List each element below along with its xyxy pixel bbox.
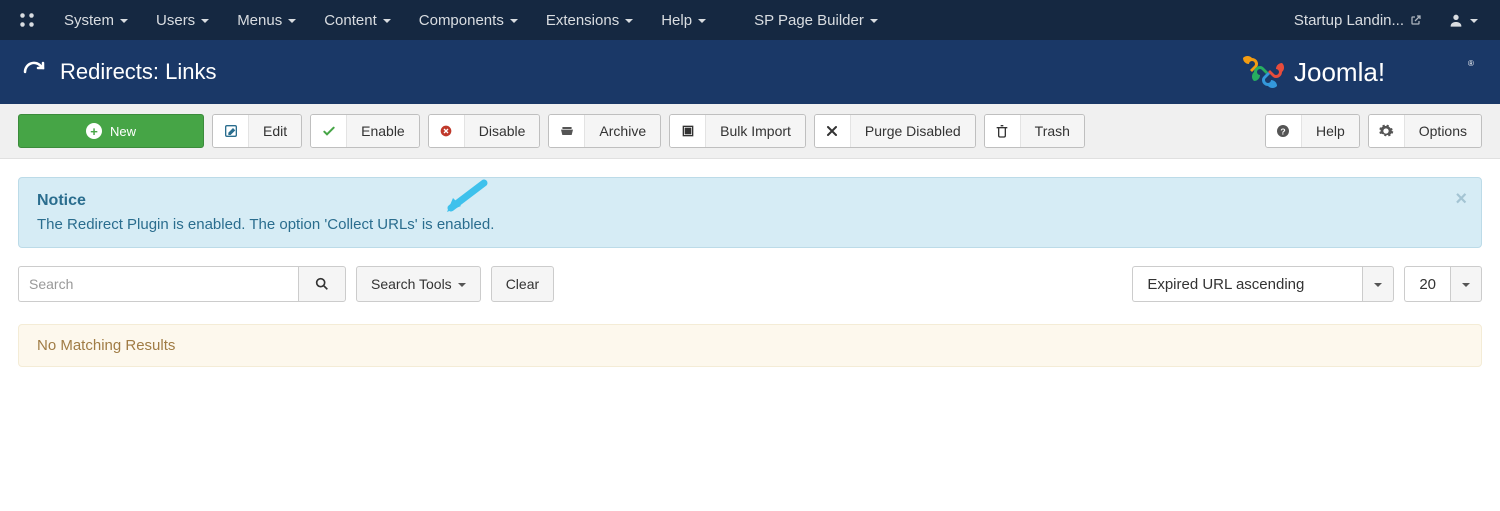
action-toolbar: + New Edit Enable Disable Archive Bulk I… <box>0 104 1500 159</box>
menu-label: Extensions <box>546 12 619 29</box>
disable-button[interactable]: Disable <box>428 114 541 148</box>
menu-extensions[interactable]: Extensions <box>532 0 647 40</box>
check-icon <box>311 115 347 147</box>
admin-topnav: System Users Menus Content Components Ex… <box>0 0 1500 40</box>
button-label: Help <box>1302 115 1359 147</box>
button-label: Clear <box>506 276 539 292</box>
notice-message: The Redirect Plugin is enabled. The opti… <box>37 216 1463 233</box>
caret-down-icon <box>288 19 296 23</box>
caret-down-icon <box>698 19 706 23</box>
limit-select[interactable]: 20 <box>1404 266 1482 302</box>
button-label: Search Tools <box>371 276 452 292</box>
button-label: Purge Disabled <box>851 115 975 147</box>
search-group <box>18 266 346 302</box>
purge-disabled-button[interactable]: Purge Disabled <box>814 114 976 148</box>
notice-alert: Notice The Redirect Plugin is enabled. T… <box>18 177 1482 248</box>
menu-system[interactable]: System <box>50 0 142 40</box>
user-menu[interactable] <box>1434 0 1492 40</box>
button-label: Edit <box>249 115 301 147</box>
x-circle-icon <box>429 115 465 147</box>
caret-down-icon <box>625 19 633 23</box>
button-label: Options <box>1405 115 1481 147</box>
edit-button[interactable]: Edit <box>212 114 302 148</box>
search-tools-button[interactable]: Search Tools <box>356 266 481 302</box>
caret-down-icon <box>120 19 128 23</box>
joomla-menu-icon[interactable] <box>16 9 38 31</box>
trash-button[interactable]: Trash <box>984 114 1085 148</box>
button-label: Bulk Import <box>706 115 805 147</box>
external-link-icon <box>1410 14 1422 26</box>
trash-icon <box>985 115 1021 147</box>
x-icon <box>815 115 851 147</box>
view-site-link[interactable]: Startup Landin... <box>1282 0 1434 40</box>
joomla-logo: Joomla! ® <box>1238 54 1478 90</box>
menu-menus[interactable]: Menus <box>223 0 310 40</box>
plus-circle-icon: + <box>86 123 102 139</box>
caret-down-icon <box>870 19 878 23</box>
enable-button[interactable]: Enable <box>310 114 420 148</box>
search-button[interactable] <box>298 266 346 302</box>
help-button[interactable]: ? Help <box>1265 114 1360 148</box>
caret-down-icon <box>458 283 466 287</box>
svg-text:®: ® <box>1468 59 1474 68</box>
button-label: New <box>110 124 136 139</box>
search-input[interactable] <box>18 266 298 302</box>
svg-text:?: ? <box>1281 126 1286 136</box>
no-results-message: No Matching Results <box>18 324 1482 367</box>
new-button[interactable]: + New <box>18 114 204 148</box>
menu-label: Users <box>156 12 195 29</box>
menu-sp-page-builder[interactable]: SP Page Builder <box>740 0 892 40</box>
limit-selected: 20 <box>1404 266 1450 302</box>
topnav-right: Startup Landin... <box>1282 0 1492 40</box>
menu-help[interactable]: Help <box>647 0 720 40</box>
user-icon <box>1448 12 1464 28</box>
clear-button[interactable]: Clear <box>491 266 554 302</box>
topnav-menu: System Users Menus Content Components Ex… <box>50 0 892 40</box>
archive-icon <box>549 115 585 147</box>
page-title: Redirects: Links <box>60 59 217 85</box>
menu-components[interactable]: Components <box>405 0 532 40</box>
menu-label: Components <box>419 12 504 29</box>
bulk-import-button[interactable]: Bulk Import <box>669 114 806 148</box>
notice-title: Notice <box>37 192 1463 210</box>
button-label: Archive <box>585 115 660 147</box>
options-button[interactable]: Options <box>1368 114 1482 148</box>
button-label: Trash <box>1021 115 1084 147</box>
close-icon[interactable]: × <box>1455 188 1467 211</box>
sort-select[interactable]: Expired URL ascending <box>1132 266 1394 302</box>
brand-text: Joomla! <box>1294 57 1385 87</box>
menu-content[interactable]: Content <box>310 0 405 40</box>
pencil-icon <box>213 115 249 147</box>
archive-button[interactable]: Archive <box>548 114 661 148</box>
caret-down-icon <box>383 19 391 23</box>
sort-selected: Expired URL ascending <box>1132 266 1362 302</box>
import-icon <box>670 115 706 147</box>
caret-down-icon <box>510 19 518 23</box>
page-title-wrap: Redirects: Links <box>22 59 217 85</box>
caret-down-icon <box>1362 266 1394 302</box>
page-header: Redirects: Links Joomla! ® <box>0 40 1500 104</box>
question-circle-icon: ? <box>1266 115 1302 147</box>
content-area: Notice The Redirect Plugin is enabled. T… <box>0 159 1500 385</box>
menu-label: Menus <box>237 12 282 29</box>
menu-label: System <box>64 12 114 29</box>
caret-down-icon <box>201 19 209 23</box>
refresh-icon <box>22 60 46 84</box>
menu-label: Help <box>661 12 692 29</box>
caret-down-icon <box>1470 19 1478 23</box>
filter-bar: Search Tools Clear Expired URL ascending… <box>18 266 1482 302</box>
button-label: Enable <box>347 115 419 147</box>
button-label: Disable <box>465 115 540 147</box>
menu-users[interactable]: Users <box>142 0 223 40</box>
site-name: Startup Landin... <box>1294 12 1404 29</box>
caret-down-icon <box>1450 266 1482 302</box>
menu-label: Content <box>324 12 377 29</box>
menu-label: SP Page Builder <box>754 12 864 29</box>
gear-icon <box>1369 115 1405 147</box>
